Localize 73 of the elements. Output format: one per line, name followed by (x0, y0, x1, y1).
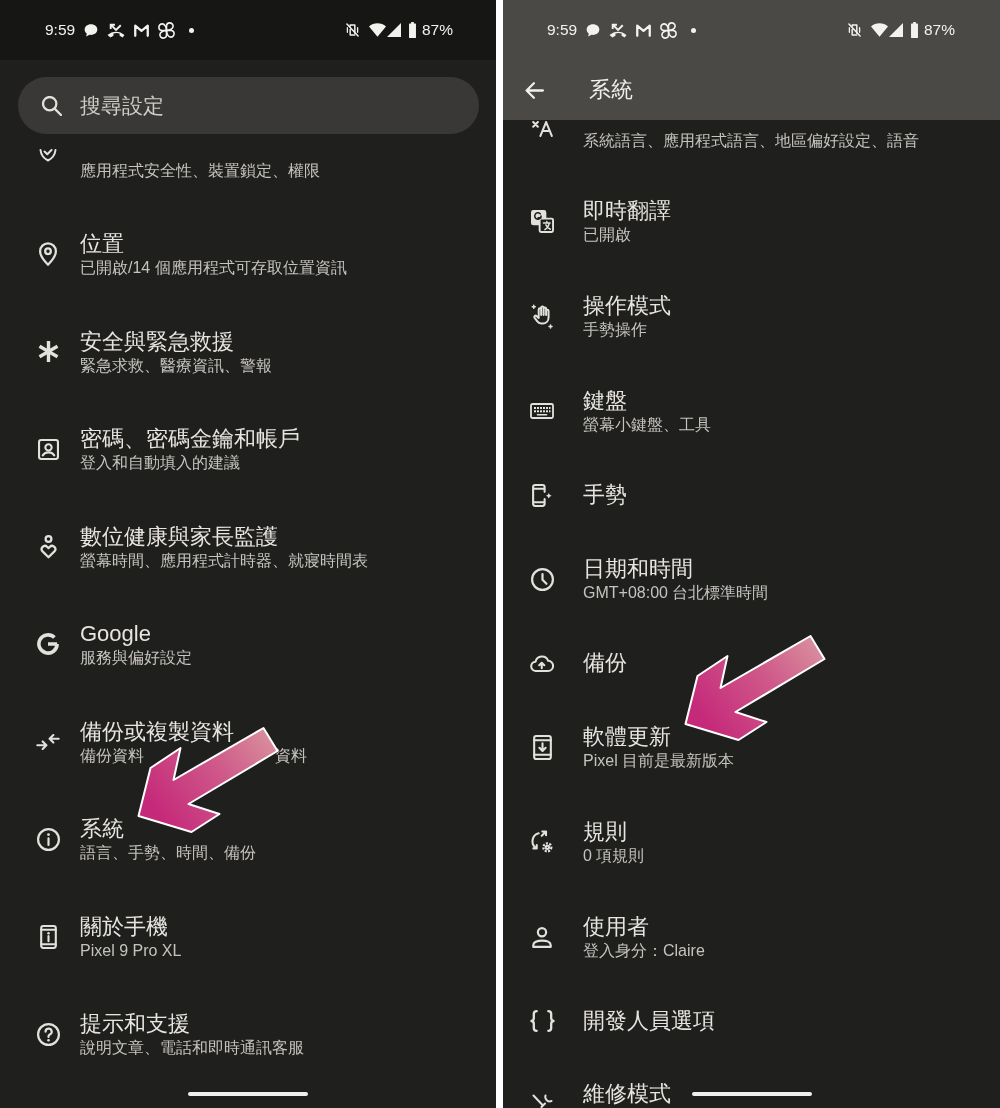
transfer-arrows-icon (36, 733, 60, 750)
settings-item[interactable]: 密碼、密碼金鑰和帳戶 登入和自動填入的建議 (37, 425, 300, 474)
settings-item[interactable]: Google 服務與偏好設定 (37, 620, 192, 669)
rotate-gear-icon (531, 830, 553, 854)
wifi-icon (368, 23, 386, 37)
battery-icon (910, 22, 918, 38)
mail-icon (636, 23, 652, 37)
vibrate-off-icon (345, 23, 359, 37)
status-time: 9:59 (547, 20, 578, 41)
account-box-icon (37, 438, 59, 460)
chat-bubble-icon (84, 23, 99, 37)
settings-item[interactable]: 鍵盤 螢幕小鍵盤、工具 (530, 387, 711, 435)
gesture-bar[interactable] (691, 1092, 812, 1096)
location-pin-icon (39, 242, 57, 267)
battery-percent: 87% (923, 20, 955, 41)
keyboard-icon (530, 403, 554, 419)
settings-item[interactable]: 軟體更新 Pixel 目前是最新版本 (530, 723, 735, 771)
battery-percent: 87% (421, 20, 453, 41)
person-icon (532, 926, 552, 948)
cloud-upload-icon (530, 654, 554, 672)
help-icon (36, 1022, 60, 1046)
translate-icon (530, 209, 554, 233)
settings-item[interactable]: 即時翻譯 已開啟 (530, 197, 671, 245)
settings-item[interactable]: 日期和時間 GMT+08:00 台北標準時間 (530, 555, 769, 603)
settings-item[interactable]: 規則 0 項規則 (530, 818, 645, 866)
g-logo-icon (37, 633, 59, 656)
hand-icon (531, 303, 553, 329)
phone-info-icon (39, 924, 57, 949)
phone-download-icon (532, 734, 552, 760)
settings-item[interactable]: 手勢 (530, 481, 627, 509)
gesture-bar[interactable] (188, 1092, 308, 1096)
clock-icon (530, 567, 554, 591)
search-field[interactable]: 搜尋設定 (18, 77, 479, 134)
settings-item[interactable]: 安全與緊急救援 緊急求救、醫療資訊、警報 (37, 327, 272, 376)
settings-item[interactable]: 開發人員選項 (530, 1007, 715, 1035)
missed-call-icon (609, 22, 628, 38)
notification-dot-icon (691, 27, 697, 33)
status-time: 9:59 (45, 20, 76, 41)
search-icon (42, 95, 62, 116)
tool-icon (531, 1093, 553, 1108)
settings-item[interactable]: 位置 已開啟/14 個應用程式可存取位置資訊 (37, 230, 347, 279)
settings-item[interactable]: 系統 語言、手勢、時間、備份 (37, 815, 256, 864)
settings-item[interactable]: 提示和支援 說明文章、電話和即時通訊客服 (37, 1010, 304, 1059)
info-icon (36, 827, 60, 851)
signal-icon (386, 23, 401, 37)
battery-icon (408, 22, 416, 38)
shield-icon (39, 149, 57, 162)
settings-item[interactable]: 應用程式安全性、裝置鎖定、權限 (37, 148, 320, 181)
pinwheel-icon (158, 21, 176, 39)
back-icon (525, 81, 544, 99)
screen-title: 系統 (589, 76, 633, 104)
notification-dot-icon (189, 27, 195, 33)
missed-call-icon (107, 22, 126, 38)
back-button[interactable] (525, 81, 544, 99)
vibrate-off-icon (847, 23, 861, 37)
settings-item[interactable]: 備份或複製資料 備份資料 資料 (37, 717, 307, 766)
pinwheel-icon (660, 21, 678, 39)
settings-item[interactable]: 系統語言、應用程式語言、地區偏好設定、語音 (530, 120, 919, 151)
chat-bubble-icon (586, 23, 601, 37)
translate-icon (531, 121, 553, 137)
asterisk-icon (37, 341, 59, 363)
signal-icon (888, 23, 903, 37)
wifi-icon (870, 23, 888, 37)
phone-sparkle-icon (532, 483, 552, 507)
settings-item[interactable]: 操作模式 手勢操作 (530, 292, 671, 340)
settings-item[interactable]: 數位健康與家長監護 螢幕時間、應用程式計時器、就寢時間表 (37, 522, 368, 571)
settings-item[interactable]: 備份 (530, 649, 627, 677)
mail-icon (134, 23, 150, 37)
settings-item[interactable]: 使用者 登入身分：Claire (530, 913, 705, 961)
settings-item[interactable]: 維修模式 (530, 1079, 671, 1108)
wellbeing-icon (39, 534, 57, 559)
braces-icon (529, 1010, 555, 1032)
settings-item[interactable]: 關於手機 Pixel 9 Pro XL (37, 912, 182, 961)
